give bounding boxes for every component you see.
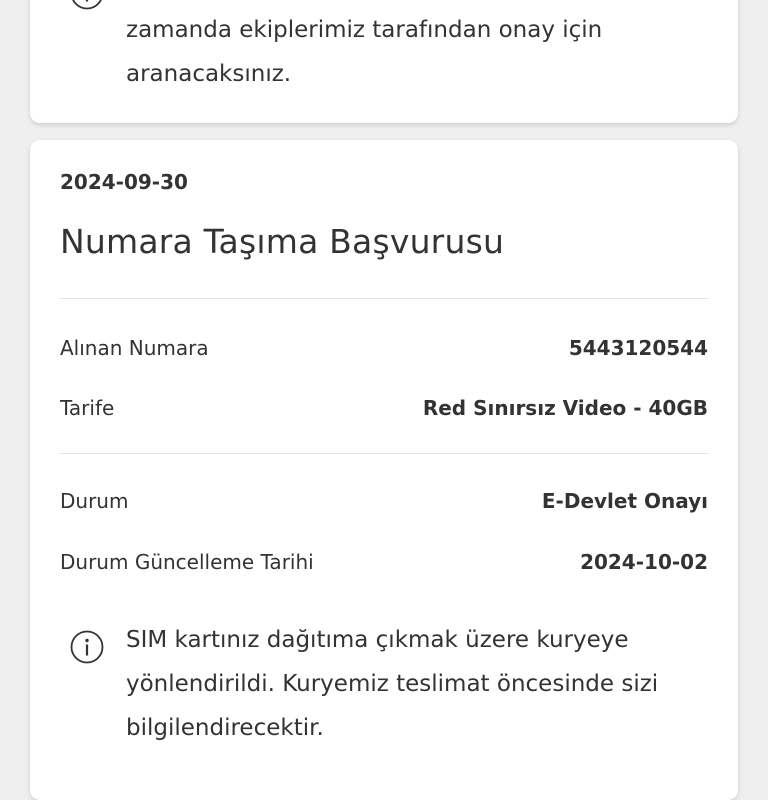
info-icon	[70, 0, 104, 10]
detail-label: Tarife	[60, 396, 115, 420]
status-update-date-value: 2024-10-02	[580, 550, 708, 574]
submission-notice-card: Başvurunuz başarıyla alınmıştır. En kısa…	[30, 0, 738, 123]
detail-label: Alınan Numara	[60, 336, 209, 360]
courier-notice-text: SIM kartınız dağıtıma çıkmak üzere kurye…	[126, 627, 659, 741]
detail-value: 5443120544	[568, 336, 708, 360]
divider	[60, 453, 708, 454]
detail-row-tariff: Tarife Red Sınırsız Video - 40GB	[60, 393, 708, 423]
status-update-date-label: Durum Güncelleme Tarihi	[60, 550, 314, 574]
submission-notice: Başvurunuz başarıyla alınmıştır. En kısa…	[70, 0, 686, 96]
status-label: Durum	[60, 489, 129, 513]
status-row: Durum E-Devlet Onayı	[60, 486, 708, 516]
courier-notice: SIM kartınız dağıtıma çıkmak üzere kurye…	[70, 618, 686, 750]
divider	[60, 298, 708, 299]
application-card: 2024-09-30 Numara Taşıma Başvurusu Alına…	[30, 140, 738, 800]
detail-row-number: Alınan Numara 5443120544	[60, 333, 708, 363]
application-title: Numara Taşıma Başvurusu	[60, 222, 505, 261]
status-value: E-Devlet Onayı	[541, 489, 708, 513]
detail-value: Red Sınırsız Video - 40GB	[422, 396, 708, 420]
submission-notice-text: Başvurunuz başarıyla alınmıştır. En kısa…	[126, 17, 603, 87]
status-update-date-row: Durum Güncelleme Tarihi 2024-10-02	[60, 547, 708, 577]
info-icon	[70, 630, 104, 664]
application-date: 2024-09-30	[60, 170, 188, 194]
